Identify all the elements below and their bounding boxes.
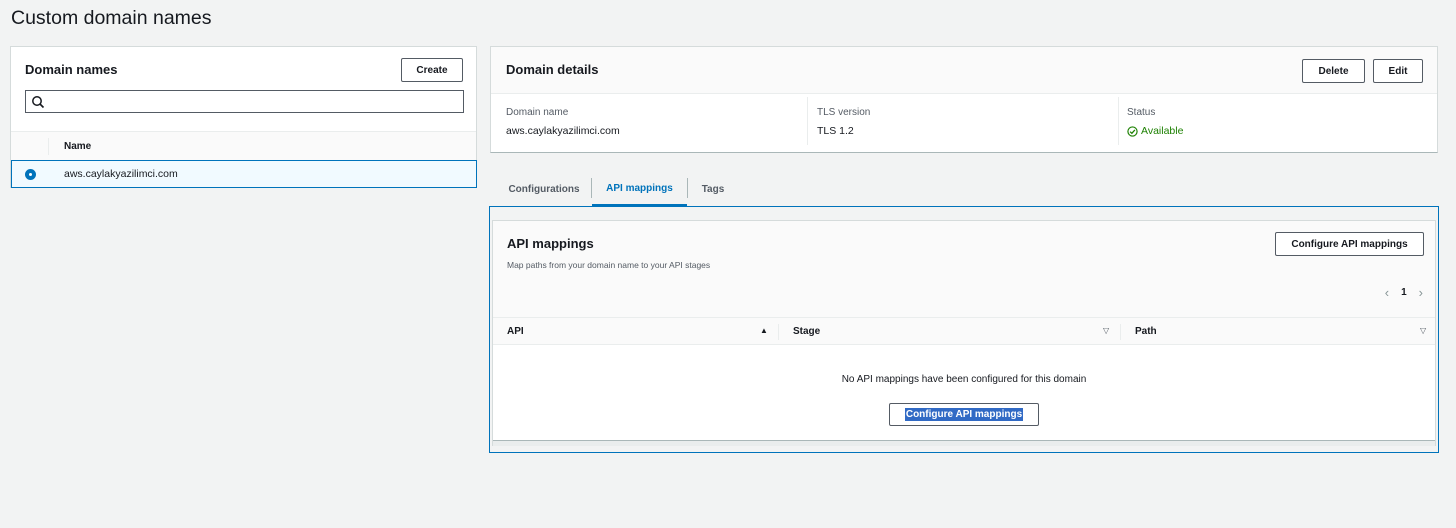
search-field[interactable] xyxy=(25,90,464,113)
column-header-api[interactable]: API xyxy=(507,326,524,337)
api-mappings-table-header: API ▲ Stage ▽ Path ▽ xyxy=(493,317,1435,345)
create-button[interactable]: Create xyxy=(401,58,463,82)
row-radio-button[interactable] xyxy=(25,169,36,180)
domain-details-panel: Domain details Delete Edit Domain name a… xyxy=(490,46,1438,153)
column-divider xyxy=(1120,324,1121,340)
delete-button[interactable]: Delete xyxy=(1302,59,1365,83)
domain-name-field: Domain name aws.caylakyazilimci.com xyxy=(506,97,796,145)
domain-table-header: Name xyxy=(11,131,476,160)
tls-version-label: TLS version xyxy=(817,107,871,118)
sort-icon[interactable]: ▽ xyxy=(1103,326,1109,335)
domain-name-value: aws.caylakyazilimci.com xyxy=(506,125,620,137)
api-mappings-title: API mappings xyxy=(507,236,594,251)
configure-api-mappings-button[interactable]: Configure API mappings xyxy=(1275,232,1424,256)
status-label: Status xyxy=(1127,107,1156,118)
column-divider xyxy=(807,97,808,145)
empty-state-message: No API mappings have been configured for… xyxy=(841,374,1087,385)
edit-button[interactable]: Edit xyxy=(1373,59,1423,83)
api-mappings-header: API mappings Map paths from your domain … xyxy=(493,221,1435,317)
tab-configurations[interactable]: Configurations xyxy=(498,172,590,206)
table-footer-bar xyxy=(493,440,1435,446)
domain-details-header: Domain details Delete Edit xyxy=(491,47,1437,94)
column-divider xyxy=(778,324,779,340)
tab-tags[interactable]: Tags xyxy=(690,172,736,206)
column-divider xyxy=(1118,97,1119,145)
column-divider xyxy=(48,138,49,155)
api-mappings-description: Map paths from your domain name to your … xyxy=(507,260,711,270)
check-circle-icon xyxy=(1127,125,1138,137)
page-title: Custom domain names xyxy=(11,7,212,29)
domain-name-cell: aws.caylakyazilimci.com xyxy=(64,168,178,180)
status-field: Status Available xyxy=(1127,97,1417,145)
api-mappings-panel: API mappings Map paths from your domain … xyxy=(489,206,1439,453)
pagination: ‹ 1 › xyxy=(1385,285,1423,300)
search-icon xyxy=(32,96,45,109)
chevron-right-icon[interactable]: › xyxy=(1419,285,1423,300)
tab-divider xyxy=(687,178,688,198)
chevron-left-icon[interactable]: ‹ xyxy=(1385,285,1389,300)
search-input[interactable] xyxy=(48,93,458,110)
table-row[interactable]: aws.caylakyazilimci.com xyxy=(11,160,477,188)
column-header-path[interactable]: Path xyxy=(1135,326,1157,337)
domain-details-title: Domain details xyxy=(506,62,599,77)
tls-version-value: TLS 1.2 xyxy=(817,125,854,137)
sort-icon[interactable]: ▽ xyxy=(1420,326,1426,335)
tabs-bar: Configurations API mappings Tags xyxy=(490,172,1438,206)
column-header-name[interactable]: Name xyxy=(64,141,91,152)
domain-names-panel: Domain names Create Name aws.caylakyazil… xyxy=(10,46,477,188)
page-number[interactable]: 1 xyxy=(1401,287,1407,298)
tab-api-mappings[interactable]: API mappings xyxy=(592,172,687,206)
sort-ascending-icon[interactable]: ▲ xyxy=(760,326,768,335)
domain-names-title: Domain names xyxy=(25,62,118,77)
configure-api-mappings-empty-button[interactable]: Configure API mappings xyxy=(889,403,1039,426)
tls-version-field: TLS version TLS 1.2 xyxy=(817,97,1107,145)
column-header-stage[interactable]: Stage xyxy=(793,326,820,337)
status-value: Available xyxy=(1127,125,1183,137)
configure-api-mappings-empty-label: Configure API mappings xyxy=(904,408,1024,421)
api-mappings-container: API mappings Map paths from your domain … xyxy=(492,220,1436,446)
domain-name-label: Domain name xyxy=(506,107,569,118)
status-text: Available xyxy=(1141,125,1184,137)
